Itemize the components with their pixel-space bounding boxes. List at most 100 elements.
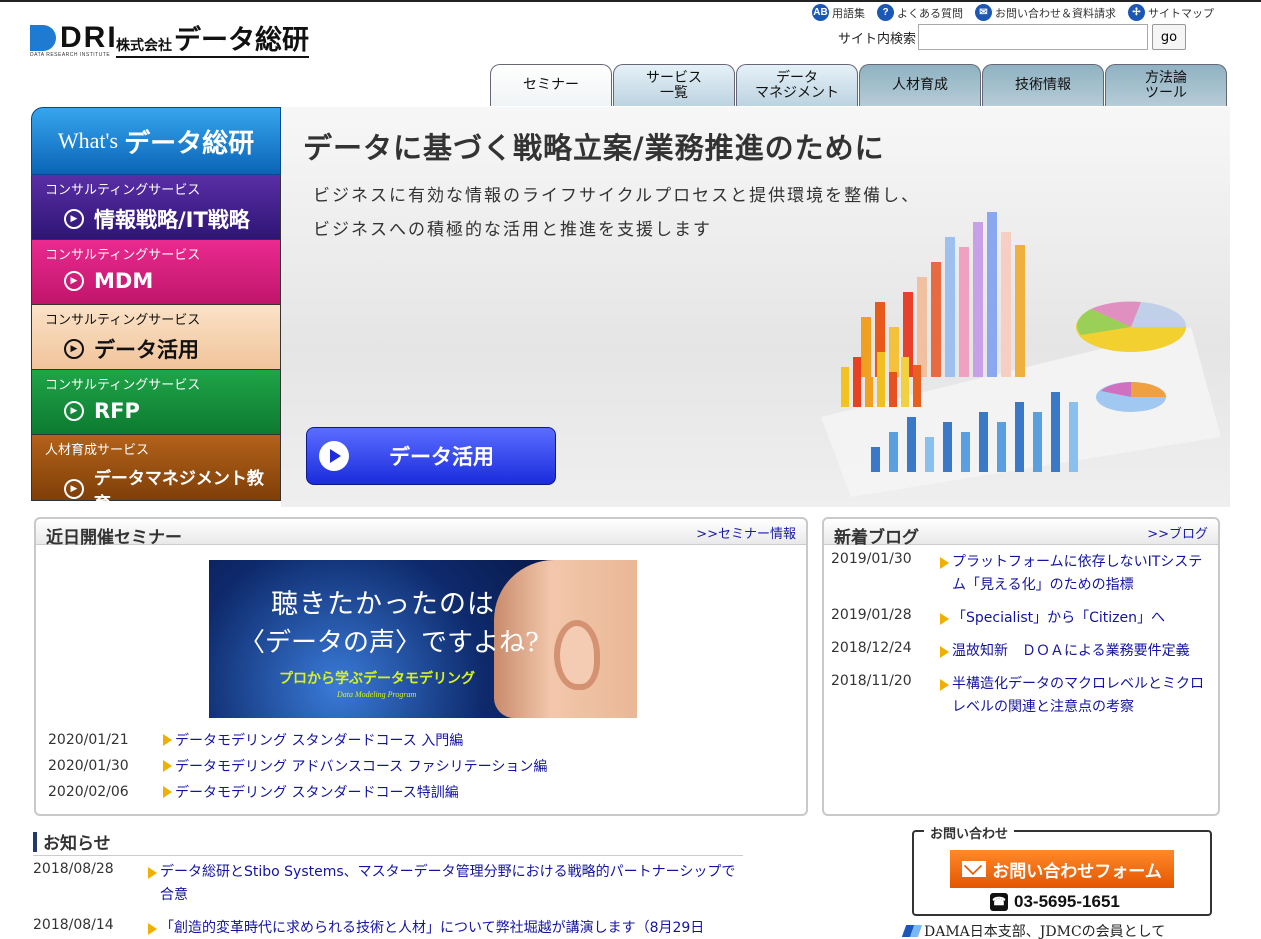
dama-text: DAMA日本支部、JDMCの会員として: [924, 924, 1166, 939]
blog-post-link[interactable]: 半構造化データのマクロレベルとミクロレベルの関連と注意点の考察: [952, 673, 1206, 719]
banner-line-3: プロから学ぶデータモデリング: [279, 671, 475, 687]
logo-d-shape: [30, 25, 56, 51]
blog-link[interactable]: >>ブログ: [1147, 523, 1208, 542]
news-link[interactable]: 「創造的変革時代に求められる技術と人材」について弊社堀越が講演します（8月29日: [160, 917, 704, 939]
seminar-list: 2020/01/21 データモデリング スタンダードコース 入門編 2020/0…: [48, 727, 547, 805]
seminar-info-link[interactable]: >>セミナー情報: [696, 523, 796, 542]
tab-methodology-tools[interactable]: 方法論 ツール: [1105, 64, 1227, 106]
seminar-date: 2020/02/06: [48, 784, 129, 800]
triangle-bullet-icon: [940, 613, 949, 625]
contact-form-button[interactable]: お問い合わせフォーム: [950, 850, 1174, 888]
whats-dri-button[interactable]: What's データ総研: [31, 107, 281, 175]
news-date: 2018/08/28: [33, 861, 114, 877]
bar: [1015, 402, 1024, 472]
nav-item-rfp[interactable]: コンサルティングサービス ▶ RFP: [31, 370, 281, 435]
envelope-icon: [962, 861, 987, 877]
tab-hr-development[interactable]: 人材育成: [859, 64, 981, 106]
tab-data-management[interactable]: データ マネジメント: [736, 64, 858, 106]
dama-membership-note: DAMA日本支部、JDMCの会員として: [901, 921, 1166, 939]
bar: [1069, 402, 1078, 472]
triangle-bullet-icon: [148, 923, 157, 935]
nav-item-title: ▶ 情報戦略/IT戦略: [64, 204, 250, 234]
bar-group-back: [861, 212, 1025, 377]
bar: [1015, 245, 1025, 377]
bar: [973, 222, 983, 377]
blog-header: 新着ブログ >>ブログ: [824, 519, 1218, 548]
phone-icon: ☎: [990, 893, 1008, 911]
list-item: 2018/12/24 温故知新 ＤＯＡによる業務要件定義: [831, 640, 1206, 663]
bar: [917, 277, 927, 377]
tab-services[interactable]: サービス 一覧: [613, 64, 735, 106]
dama-icon: [901, 925, 923, 937]
bar: [907, 417, 916, 472]
nav-item-label: データマネジメント教育: [93, 469, 264, 514]
nav-item-title: ▶ MDM: [64, 269, 153, 293]
bar: [901, 357, 909, 407]
seminar-header: 近日開催セミナー >>セミナー情報: [36, 519, 806, 548]
nav-item-dm-education[interactable]: 人材育成サービス ▶ データマネジメント教育: [31, 435, 281, 514]
bar: [853, 357, 861, 407]
nav-item-title: ▶ RFP: [64, 399, 140, 423]
bar: [889, 327, 899, 377]
blog-date: 2018/11/20: [831, 673, 912, 689]
bar: [889, 372, 897, 407]
nav-item-title: ▶ データマネジメント教育: [64, 464, 280, 514]
triangle-bullet-icon: [163, 734, 172, 746]
bar: [877, 352, 885, 407]
left-nav: What's データ総研 コンサルティングサービス ▶ 情報戦略/IT戦略 コンサ…: [31, 107, 281, 514]
seminar-link[interactable]: データモデリング アドバンスコース ファシリテーション編: [175, 756, 547, 776]
news-link[interactable]: データ総研とStibo Systems、マスターデータ管理分野における戦略的パー…: [160, 861, 748, 907]
bar: [861, 317, 871, 377]
triangle-bullet-icon: [148, 867, 157, 879]
hero-title: データに基づく戦略立案/業務推進のために: [303, 131, 885, 165]
triangle-bullet-icon: [940, 557, 949, 569]
nav-item-data-utilization[interactable]: コンサルティングサービス ▶ データ活用: [31, 305, 281, 370]
nav-item-category: コンサルティングサービス: [45, 378, 201, 393]
blog-date: 2018/12/24: [831, 640, 912, 656]
nav-item-mdm[interactable]: コンサルティングサービス ▶ MDM: [31, 240, 281, 305]
seminar-link[interactable]: データモデリング スタンダードコース特訓編: [175, 782, 459, 802]
tab-tech-info[interactable]: 技術情報: [982, 64, 1104, 106]
utility-glossary-link[interactable]: AB 用語集: [812, 4, 865, 21]
triangle-bullet-icon: [940, 646, 949, 658]
banner-line-4: Data Modeling Program: [337, 690, 417, 699]
mail-icon: ✉: [975, 4, 992, 21]
nav-item-label: 情報戦略/IT戦略: [94, 208, 250, 232]
seminar-date: 2020/01/21: [48, 732, 129, 748]
bar-group-front: [841, 352, 921, 407]
utility-sitemap-link[interactable]: ✢ サイトマップ: [1128, 4, 1214, 21]
bar: [841, 367, 849, 407]
logo-mark: DRI DATA RESEARCH INSTITUTE: [30, 22, 116, 58]
blog-post-link[interactable]: 温故知新 ＤＯＡによる業務要件定義: [952, 640, 1190, 663]
seminar-link[interactable]: データモデリング スタンダードコース 入門編: [175, 730, 463, 750]
play-icon: [319, 441, 349, 471]
nav-item-it-strategy[interactable]: コンサルティングサービス ▶ 情報戦略/IT戦略: [31, 175, 281, 240]
seminar-date: 2020/01/30: [48, 758, 129, 774]
blog-post-link[interactable]: プラットフォームに依存しないITシステム「見える化」のための指標: [952, 551, 1206, 597]
seminar-banner-image[interactable]: 聴きたかったのは 〈データの声〉ですよね? プロから学ぶデータモデリング Dat…: [209, 560, 637, 718]
bar: [1033, 412, 1042, 472]
tab-seminar[interactable]: セミナー: [490, 64, 612, 106]
utility-contact-link[interactable]: ✉ お問い合わせ＆資料請求: [975, 4, 1116, 21]
site-search: サイト内検索 go: [838, 24, 1187, 50]
bar: [959, 247, 969, 377]
utility-label: お問い合わせ＆資料請求: [995, 6, 1116, 20]
triangle-bullet-icon: [163, 760, 172, 772]
search-go-button[interactable]: go: [1152, 24, 1187, 50]
logo-company-name: 株式会社 データ総研: [116, 27, 309, 58]
news-title: お知らせ: [43, 834, 111, 854]
bar: [987, 212, 997, 377]
list-item: 2018/08/28 データ総研とStibo Systems、マスターデータ管理…: [33, 861, 748, 907]
nav-item-category: 人材育成サービス: [45, 443, 150, 458]
site-logo[interactable]: DRI DATA RESEARCH INSTITUTE 株式会社 データ総研: [30, 22, 309, 58]
utility-faq-link[interactable]: ? よくある質問: [877, 4, 963, 21]
blog-post-link[interactable]: 「Specialist」から「Citizen」へ: [952, 607, 1165, 630]
blog-title: 新着ブログ: [834, 528, 919, 548]
top-border: [0, 0, 1261, 2]
data-utilization-button[interactable]: データ活用: [306, 427, 556, 485]
search-input[interactable]: [918, 24, 1149, 50]
question-icon: ?: [877, 4, 894, 21]
hero-banner: データに基づく戦略立案/業務推進のために ビジネスに有効な情報のライフサイクルプ…: [281, 107, 1230, 507]
search-label: サイト内検索: [838, 31, 917, 47]
sitemap-icon: ✢: [1128, 4, 1145, 21]
